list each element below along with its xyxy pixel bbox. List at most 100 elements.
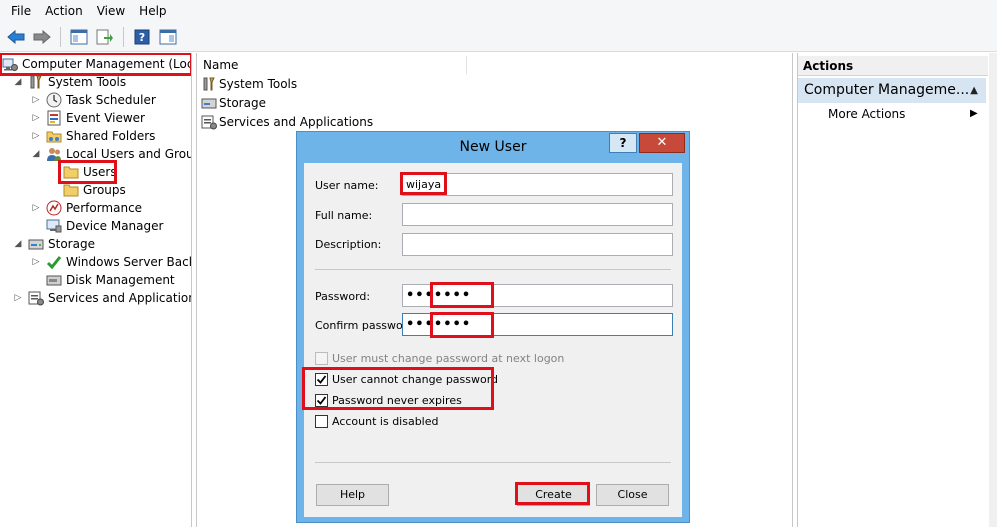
actions-group-label: Computer Manageme...	[804, 82, 970, 98]
tree-label: Performance	[66, 201, 143, 215]
submenu-arrow-icon[interactable]: ▶	[970, 106, 978, 122]
toolbar-separator	[60, 26, 61, 47]
tree-label: Groups	[83, 183, 126, 197]
list-item-label: Services and Applications	[219, 115, 374, 129]
tree-item-system-tools[interactable]: ◢ System Tools	[12, 73, 127, 91]
console-tree-pane: Computer Management (Local ◢ System Tool…	[0, 53, 192, 527]
services-icon	[201, 114, 217, 130]
description-field[interactable]	[402, 233, 673, 256]
dialog-body: User name: wijaya Full name: Description…	[304, 163, 682, 517]
tree-item-task-scheduler[interactable]: ▷ Task Scheduler	[30, 91, 156, 109]
description-label: Description:	[315, 238, 382, 251]
toolbar: ?	[0, 22, 997, 52]
tree-root-computer-management[interactable]: Computer Management (Local	[0, 53, 192, 76]
account-disabled-checkbox-row: Account is disabled	[315, 413, 439, 429]
list-item-label: Storage	[219, 96, 266, 110]
expand-arrow-icon[interactable]: ▷	[30, 130, 42, 142]
menu-view[interactable]: View	[90, 0, 132, 22]
expand-arrow-icon[interactable]: ▷	[12, 292, 24, 304]
account-disabled-checkbox[interactable]	[315, 414, 328, 428]
expand-arrow-icon[interactable]: ▷	[30, 256, 42, 268]
tree-item-groups[interactable]: Groups	[63, 181, 126, 199]
collapse-arrow-icon[interactable]: ◢	[12, 76, 24, 88]
tree-label: Device Manager	[66, 219, 164, 233]
tree-label: Storage	[48, 237, 95, 251]
collapse-arrow-icon[interactable]: ◢	[12, 238, 24, 250]
help-button[interactable]: Help	[316, 484, 389, 506]
tree-item-shared-folders[interactable]: ▷ Shared Folders	[30, 127, 156, 145]
actions-group-computer-management[interactable]: Computer Manageme... ▲	[798, 78, 986, 103]
window-edge	[989, 53, 997, 527]
menu-help[interactable]: Help	[132, 0, 173, 22]
separator	[315, 462, 671, 463]
expand-arrow-icon[interactable]: ▷	[30, 202, 42, 214]
tree-item-storage[interactable]: ◢ Storage	[12, 235, 95, 253]
list-item[interactable]: Storage	[201, 94, 266, 112]
annotation-checkboxes	[302, 367, 494, 410]
title-help-button[interactable]: ?	[609, 133, 637, 153]
tree-item-local-users-and-groups[interactable]: ◢ Local Users and Groups	[30, 145, 191, 163]
tree-label: Shared Folders	[66, 129, 156, 143]
tree-label: Users	[83, 165, 117, 179]
annotation-user-name	[400, 172, 447, 195]
tree-item-services-and-applications[interactable]: ▷ Services and Applications	[12, 289, 191, 307]
show-hide-console-tree-icon[interactable]	[67, 25, 91, 49]
clock-icon	[46, 92, 62, 108]
menu-action[interactable]: Action	[38, 0, 90, 22]
help-icon[interactable]: ?	[130, 25, 154, 49]
tree-item-windows-server-backup[interactable]: ▷ Windows Server Backup	[30, 253, 191, 271]
tree-label: Task Scheduler	[66, 93, 156, 107]
tree-item-performance[interactable]: ▷ Performance	[30, 199, 142, 217]
forward-arrow-icon[interactable]	[30, 25, 54, 49]
more-actions-item[interactable]: More Actions	[828, 106, 905, 122]
svg-text:?: ?	[139, 31, 145, 44]
account-disabled-label: Account is disabled	[332, 414, 439, 428]
back-arrow-icon[interactable]	[4, 25, 28, 49]
tree-item-disk-management[interactable]: Disk Management	[46, 271, 175, 289]
actions-header: Actions	[798, 56, 988, 76]
tree-label: Computer Management (Local	[22, 57, 192, 71]
folder-icon	[63, 164, 79, 180]
expand-arrow-icon[interactable]: ▷	[30, 112, 42, 124]
menu-bar: File Action View Help	[0, 0, 997, 22]
list-item[interactable]: Services and Applications	[201, 113, 373, 131]
tree-item-event-viewer[interactable]: ▷ Event Viewer	[30, 109, 145, 127]
column-header-name[interactable]: Name	[197, 56, 467, 74]
storage-icon	[28, 236, 44, 252]
toolbar-separator	[123, 26, 124, 47]
close-button[interactable]: Close	[596, 484, 669, 506]
annotation-password	[430, 282, 494, 308]
tree-label: Local Users and Groups	[66, 147, 191, 161]
show-hide-action-pane-icon[interactable]	[156, 25, 180, 49]
tree-label: Disk Management	[66, 273, 175, 287]
menu-file[interactable]: File	[4, 0, 38, 22]
must-change-password-label: User must change password at next logon	[332, 351, 565, 365]
must-change-password-checkbox[interactable]	[315, 351, 328, 365]
performance-icon	[46, 200, 62, 216]
tools-icon	[28, 74, 44, 90]
export-list-icon[interactable]	[93, 25, 117, 49]
full-name-field[interactable]	[402, 203, 673, 226]
expand-arrow-icon[interactable]: ▷	[30, 94, 42, 106]
annotation-confirm-password	[430, 312, 494, 338]
password-label: Password:	[315, 290, 371, 303]
storage-icon	[201, 95, 217, 111]
actions-pane: Actions Computer Manageme... ▲ More Acti…	[797, 53, 988, 527]
tree-label: Event Viewer	[66, 111, 145, 125]
folder-icon	[63, 182, 79, 198]
backup-icon	[46, 254, 62, 270]
tree-item-users[interactable]: Users	[58, 160, 117, 184]
separator	[315, 269, 671, 270]
tree-label: System Tools	[48, 75, 127, 89]
tree-label: Windows Server Backup	[66, 255, 191, 269]
collapse-triangle-icon[interactable]: ▲	[970, 78, 978, 103]
event-log-icon	[46, 110, 62, 126]
list-item[interactable]: System Tools	[201, 75, 297, 93]
must-change-password-checkbox-row: User must change password at next logon	[315, 350, 564, 366]
annotation-create	[515, 482, 590, 505]
full-name-label: Full name:	[315, 209, 373, 222]
collapse-arrow-icon[interactable]: ◢	[30, 148, 42, 160]
shared-folder-icon	[46, 128, 62, 144]
tree-item-device-manager[interactable]: Device Manager	[46, 217, 163, 235]
title-close-button[interactable]: ✕	[639, 133, 685, 153]
